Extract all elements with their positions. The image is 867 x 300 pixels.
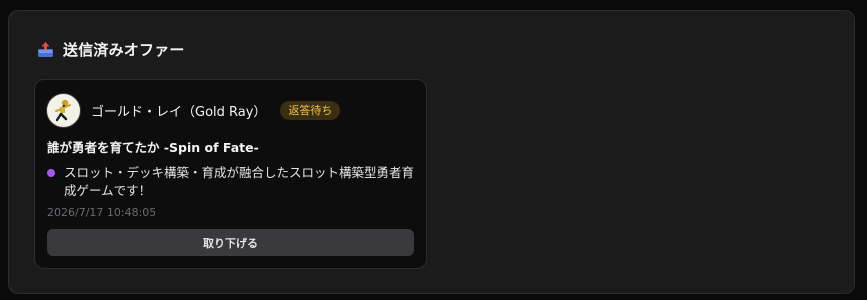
panel-header: 送信済みオファー: [37, 39, 185, 60]
game-description: スロット・デッキ構築・育成が融合したスロット構築型勇者育成ゲームです！: [64, 165, 415, 198]
user-name[interactable]: ゴールド・レイ（Gold Ray）: [91, 101, 266, 120]
outbox-tray-icon: [37, 41, 54, 58]
offer-card-header: ゴールド・レイ（Gold Ray） 返答待ち: [46, 93, 341, 128]
description-row: スロット・デッキ構築・育成が融合したスロット構築型勇者育成ゲームです！: [47, 164, 417, 200]
withdraw-button[interactable]: 取り下げる: [47, 229, 414, 256]
character-avatar-icon: [46, 93, 81, 128]
status-badge: 返答待ち: [280, 101, 341, 120]
offer-timestamp: 2026/7/17 10:48:05: [47, 206, 157, 219]
game-title: 誰が勇者を育てたか -Spin of Fate-: [47, 140, 259, 155]
panel-title: 送信済みオファー: [63, 41, 185, 59]
offer-card: ゴールド・レイ（Gold Ray） 返答待ち 誰が勇者を育てたか -Spin o…: [34, 79, 427, 269]
bullet-dot-icon: [47, 169, 55, 177]
sent-offers-panel: 送信済みオファー ゴールド・レイ（Gold Ray） 返答待ち 誰が勇者を育てた…: [8, 10, 855, 294]
